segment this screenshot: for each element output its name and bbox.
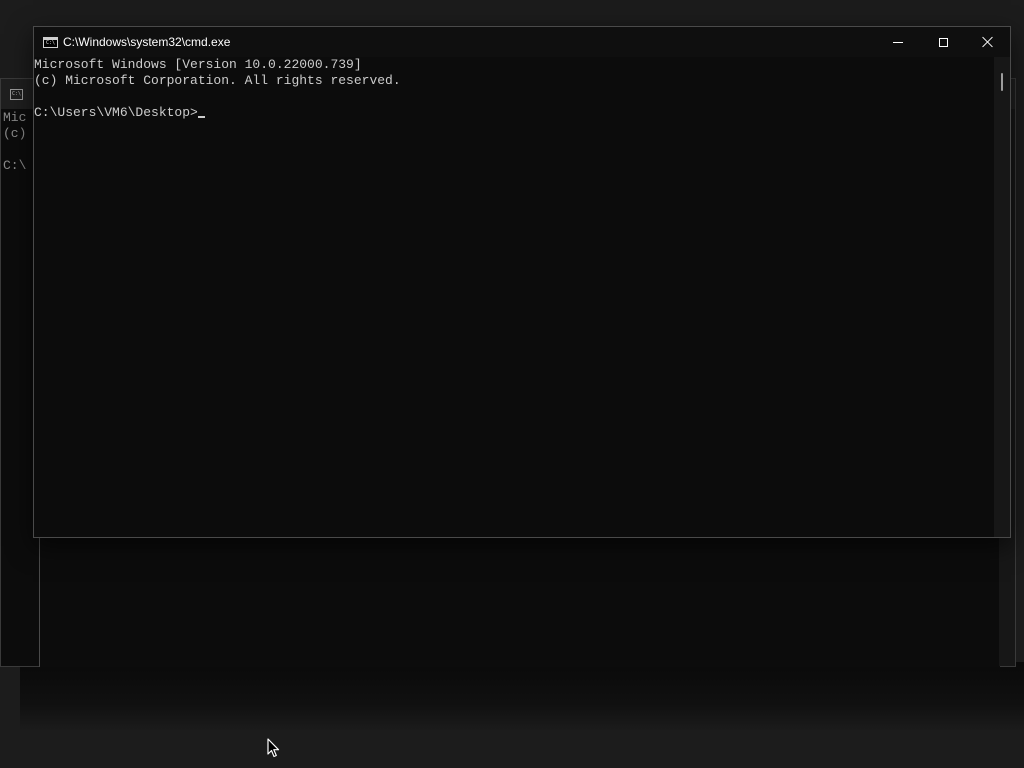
cmd-app-icon: C:\ <box>10 89 23 100</box>
close-icon <box>982 36 994 48</box>
minimize-button[interactable] <box>875 27 921 57</box>
console-line: (c) Microsoft Corporation. All rights re… <box>34 73 401 88</box>
background-window-text: Mic (c) C:\ <box>3 110 26 174</box>
maximize-button[interactable] <box>920 27 966 57</box>
desktop: C:\ Mic (c) C:\ C:\ C:\Windows\system32\… <box>0 0 1024 768</box>
background-line: C:\ <box>3 158 27 173</box>
maximize-icon <box>938 37 948 47</box>
mouse-pointer-icon <box>267 738 280 758</box>
close-button[interactable] <box>965 27 1011 57</box>
title-bar[interactable]: C:\ C:\Windows\system32\cmd.exe <box>34 27 1010 57</box>
window-title: C:\Windows\system32\cmd.exe <box>63 35 231 49</box>
window-shadow <box>20 662 1024 732</box>
icon-prompt: C:\ <box>46 40 56 46</box>
background-window-console-area <box>39 538 1000 667</box>
background-line: (c) <box>3 126 27 141</box>
command-prompt: C:\Users\VM6\Desktop> <box>34 105 198 120</box>
cmd-window[interactable]: C:\ C:\Windows\system32\cmd.exe Microsof… <box>33 26 1011 538</box>
console-output[interactable]: Microsoft Windows [Version 10.0.22000.73… <box>34 57 994 537</box>
command-prompt-line[interactable]: C:\Users\VM6\Desktop> <box>34 105 994 121</box>
text-cursor <box>197 116 205 118</box>
scrollbar-thumb[interactable] <box>1001 73 1003 91</box>
vertical-scrollbar[interactable] <box>994 57 1010 537</box>
background-line: Mic <box>3 110 27 125</box>
cmd-app-icon[interactable]: C:\ <box>43 37 58 48</box>
minimize-icon <box>893 41 903 43</box>
console-line: Microsoft Windows [Version 10.0.22000.73… <box>34 57 362 72</box>
